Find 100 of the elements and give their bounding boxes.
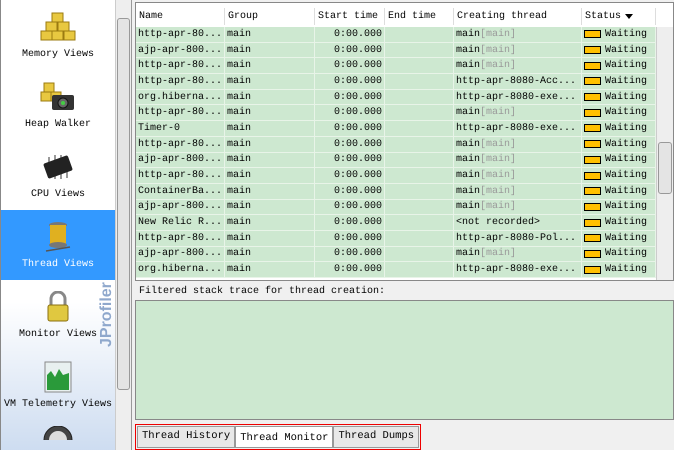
table-cell: main[main]	[454, 200, 582, 214]
table-cell: main	[225, 262, 315, 277]
status-text: Waiting	[605, 200, 648, 214]
status-icon	[584, 30, 601, 38]
table-cell: http-apr-80...	[136, 58, 225, 74]
status-text: Waiting	[605, 152, 648, 168]
table-cell: 0:00.000	[315, 136, 385, 152]
table-cell: main	[225, 215, 315, 230]
status-text: Waiting	[605, 74, 648, 89]
table-cell: main[main]	[454, 27, 582, 42]
sort-descending-icon	[625, 14, 634, 19]
status-icon	[584, 108, 601, 117]
table-cell: http-apr-8080-Acc...	[454, 74, 582, 89]
table-cell: ajp-apr-800...	[136, 42, 225, 58]
column-header[interactable]: Name	[136, 8, 225, 25]
table-cell: main	[225, 136, 315, 152]
status-icon	[584, 124, 601, 132]
status-text: Waiting	[605, 216, 648, 230]
status-text: Waiting	[605, 184, 648, 199]
sidebar-item[interactable]: Monitor Views	[19, 280, 98, 350]
table-cell: main	[225, 90, 315, 104]
view-tab[interactable]: Thread Monitor	[235, 426, 334, 448]
table-cell: 0:00.000	[315, 215, 385, 230]
status-text: Waiting	[605, 262, 648, 278]
table-cell: 0:00.000	[315, 168, 385, 183]
table-cell: ajp-apr-800...	[136, 152, 225, 168]
column-header[interactable]: End time	[385, 8, 454, 25]
status-text: Waiting	[605, 90, 648, 105]
table-cell: http-apr-8080-exe...	[454, 90, 582, 104]
table-cell: main	[225, 200, 315, 214]
view-tab[interactable]: Thread History	[137, 426, 236, 448]
status-icon	[584, 77, 601, 86]
table-cell: main[main]	[454, 152, 582, 168]
status-text: Waiting	[605, 122, 648, 136]
table-cell: 0:00.000	[315, 200, 385, 214]
table-cell: main	[225, 152, 315, 168]
column-header[interactable]: Status	[582, 8, 656, 25]
scrollbar[interactable]	[115, 0, 131, 450]
table-cell: 0:00.000	[315, 42, 385, 58]
table-cell: main[main]	[454, 42, 582, 58]
brand-watermark: JProfiler	[99, 282, 115, 347]
status-icon	[584, 202, 601, 211]
status-icon	[584, 218, 601, 227]
table-cell: ContainerBa...	[136, 184, 225, 199]
table-cell: ajp-apr-800...	[136, 246, 225, 262]
table-cell: main[main]	[454, 136, 582, 152]
status-text: Waiting	[605, 28, 648, 42]
table-cell: http-apr-8080-exe...	[454, 121, 582, 136]
status-icon	[584, 266, 601, 274]
table-cell: http-apr-80...	[136, 105, 225, 120]
status-icon	[584, 250, 601, 258]
table-cell: Timer-0	[136, 121, 225, 136]
table-cell: 0:00.000	[315, 230, 385, 246]
status-icon	[584, 234, 601, 242]
table-cell: main[main]	[454, 105, 582, 120]
column-header[interactable]: Creating thread	[454, 8, 582, 25]
status-text: Waiting	[605, 168, 648, 184]
table-cell: 0:00.000	[315, 90, 385, 104]
status-icon	[584, 172, 601, 180]
table-cell: 0:00.000	[315, 184, 385, 199]
table-cell: 0:00.000	[315, 27, 385, 42]
table-cell: 0:00.000	[315, 262, 385, 277]
status-text: Waiting	[605, 44, 648, 58]
sidebar-item[interactable]: Heap Walker	[25, 70, 92, 140]
table-cell: http-apr-80...	[136, 136, 225, 152]
sidebar-item[interactable]: VM Telemetry Views	[4, 350, 112, 420]
table-cell: 0:00.000	[315, 246, 385, 262]
table-cell: http-apr-80...	[136, 27, 225, 42]
status-icon	[584, 62, 601, 70]
status-icon	[584, 46, 601, 54]
status-icon	[584, 156, 601, 164]
table-cell: main	[225, 74, 315, 89]
table-cell: http-apr-8080-Pol...	[454, 230, 582, 246]
table-cell: <not recorded>	[454, 215, 582, 230]
table-cell: main	[225, 105, 315, 120]
scrollbar[interactable]	[656, 27, 673, 280]
table-cell: main	[225, 27, 315, 42]
table-cell: main	[225, 121, 315, 136]
column-header[interactable]: Group	[225, 8, 315, 25]
table-cell: main	[225, 42, 315, 58]
table-cell: http-apr-80...	[136, 168, 225, 183]
status-icon	[584, 187, 601, 196]
table-cell: 0:00.000	[315, 152, 385, 168]
status-text: Waiting	[605, 232, 648, 246]
status-text: Waiting	[605, 106, 648, 120]
table-cell: main	[225, 246, 315, 262]
sidebar-item[interactable]: CPU Views	[31, 140, 86, 210]
table-cell: main	[225, 168, 315, 183]
view-tab[interactable]: Thread Dumps	[333, 426, 420, 448]
sidebar-item[interactable]: Memory Views	[22, 0, 94, 70]
table-cell: main	[225, 58, 315, 74]
table-cell: http-apr-8080-exe...	[454, 262, 582, 277]
column-header[interactable]: Start time	[315, 8, 385, 25]
table-cell: ajp-apr-800...	[136, 200, 225, 214]
table-cell: New Relic R...	[136, 215, 225, 230]
table-cell: 0:00.000	[315, 121, 385, 136]
table-cell: main[main]	[454, 168, 582, 183]
table-cell: 0:00.000	[315, 58, 385, 74]
status-icon	[584, 93, 601, 102]
cubes-icon	[40, 10, 76, 42]
